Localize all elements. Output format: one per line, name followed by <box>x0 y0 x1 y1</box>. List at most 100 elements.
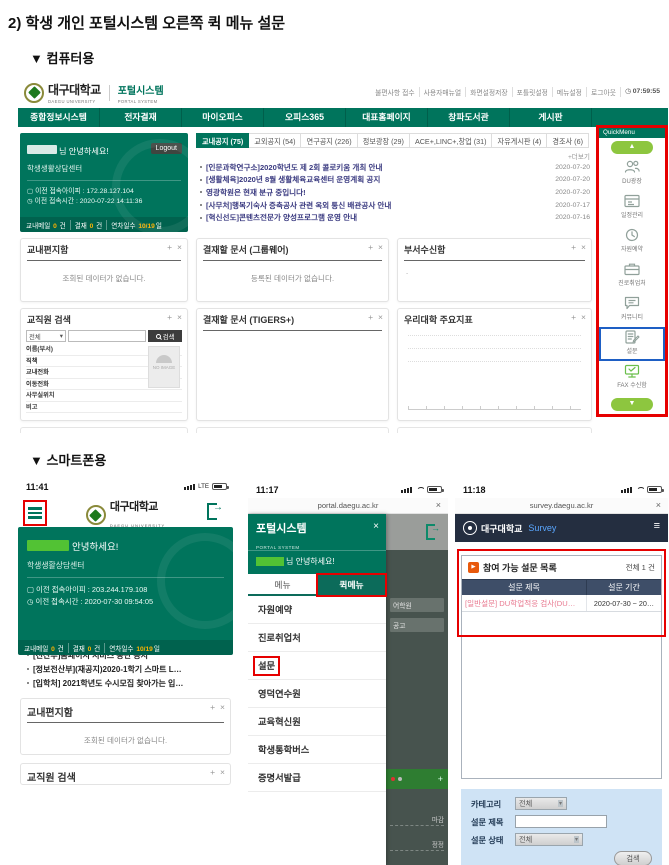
staff-search-button[interactable]: 검색 <box>148 330 182 342</box>
close-icon[interactable]: × <box>581 312 586 322</box>
survey-app-header: 대구대학교 Survey ≡ <box>455 514 668 542</box>
tab-external-notice[interactable]: 교외공지 (54) <box>249 133 301 148</box>
add-icon[interactable]: + <box>210 702 215 712</box>
close-icon[interactable]: × <box>220 767 225 777</box>
stat-mail[interactable]: 교내메일 0 건 <box>26 220 70 230</box>
close-icon[interactable]: × <box>378 312 383 322</box>
close-icon[interactable]: × <box>177 312 182 322</box>
tab-ace-linc[interactable]: ACE+,LINC+,창업 (31) <box>410 133 493 148</box>
close-icon[interactable]: × <box>177 242 182 252</box>
stat-approval[interactable]: 결재 0 건 <box>68 643 105 653</box>
utility-link-portlet[interactable]: 포틀릿설정 <box>512 87 552 97</box>
hamburger-menu[interactable]: ≡ <box>654 520 660 532</box>
search-button[interactable]: 검색 <box>614 851 652 865</box>
nav-item-info-system[interactable]: 종합정보시스템 <box>18 108 100 127</box>
nav-item-homepage[interactable]: 대표홈페이지 <box>346 108 428 127</box>
quickmenu-item-community[interactable]: 커뮤니티 <box>599 293 665 327</box>
drawer-item-resource-booking[interactable]: 자원예약 <box>248 596 386 624</box>
stat-leave[interactable]: 연차일수 10/19일 <box>106 220 166 230</box>
people-icon <box>623 159 641 175</box>
univ-logo-icon <box>463 521 477 535</box>
add-icon[interactable]: + <box>368 242 373 252</box>
quickmenu-item-schedule[interactable]: 일정관리 <box>599 191 665 225</box>
product-name: 포털시스템 <box>118 86 164 97</box>
section-label-pc: ▼ 컴퓨터용 <box>30 48 94 67</box>
survey-link[interactable]: [일반설문] DU학업적응 검사(DU… <box>462 595 587 611</box>
drawer-item-yeongdeok[interactable]: 영덕연수원 <box>248 680 386 708</box>
stat-approval[interactable]: 결재 0 건 <box>70 220 107 230</box>
tab-free-board[interactable]: 자유게시판 (4) <box>492 133 547 148</box>
add-icon[interactable]: + <box>571 242 576 252</box>
status-select[interactable]: 전체▾ <box>515 833 583 846</box>
utility-link-feedback[interactable]: 불편사항 접수 <box>371 87 418 97</box>
notice-more-link[interactable]: +더보기 <box>568 151 590 161</box>
utility-link-menu-setting[interactable]: 메뉴설정 <box>552 87 586 97</box>
nav-item-myoffice[interactable]: 마이오피스 <box>182 108 264 127</box>
quickmenu-scroll-up-button[interactable]: ▲ <box>611 141 653 154</box>
widget-tools: +× <box>205 702 225 712</box>
tab-quickmenu-annotated-red[interactable]: 퀵메뉴 <box>317 574 386 596</box>
bullet-icon <box>200 166 202 168</box>
drawer-item-certificate[interactable]: 증명서발급 <box>248 764 386 792</box>
survey-table-row[interactable]: [일반설문] DU학업적응 검사(DU… 2020-07-30 ~ 20… <box>462 595 661 612</box>
quickmenu-scroll-down-button[interactable]: ▼ <box>611 398 653 411</box>
notice-item[interactable]: [생활체육]2020년 8월 생활체육교육센터 운영계획 공지2020-07-2… <box>198 174 590 187</box>
hamburger-menu-annotated-red[interactable] <box>23 500 47 526</box>
empty-message: 조회된 데이터가 없습니다. <box>21 273 187 284</box>
stat-mail[interactable]: 교내메일 0 건 <box>24 643 68 653</box>
category-select[interactable]: 전체▾ <box>515 797 567 810</box>
utility-link-manual[interactable]: 사용자매뉴얼 <box>419 87 466 97</box>
notice-item[interactable]: [사무처]행복기숙사 증축공사 관련 옥외 통신 배관공사 안내2020-07-… <box>198 199 590 212</box>
utility-link-logout[interactable]: 로그아웃 <box>586 87 620 97</box>
add-icon[interactable]: + <box>167 312 172 322</box>
table-row: 사무실위치 <box>26 390 182 402</box>
chevron-down-icon: ▾ <box>558 800 563 807</box>
quickmenu-item-survey-annotated-blue[interactable]: 설문 <box>599 327 665 361</box>
drawer-title: 포털시스템 <box>256 520 378 536</box>
close-icon[interactable]: × <box>436 500 441 510</box>
drawer-item-shuttle-bus[interactable]: 학생통학버스 <box>248 736 386 764</box>
staff-search-input[interactable] <box>68 330 146 342</box>
staff-search-select[interactable]: 전체▾ <box>26 330 66 342</box>
status-time: 11:41 <box>26 482 49 492</box>
drawer-item-survey-annotated-red[interactable]: 설문 <box>248 652 386 680</box>
logout-icon[interactable]: → <box>207 503 223 516</box>
survey-title-input[interactable] <box>515 815 607 828</box>
tab-info-plaza[interactable]: 정보광장 (29) <box>358 133 410 148</box>
divider <box>27 577 224 578</box>
chevron-down-icon: ▾ <box>574 836 579 843</box>
tab-menu[interactable]: 메뉴 <box>248 574 317 596</box>
tab-campus-notice[interactable]: 교내공지 (75) <box>196 133 249 148</box>
logout-button[interactable]: Logout <box>151 143 182 154</box>
notice-item[interactable]: [입학처] 2021학년도 수시모집 찾아가는 입… <box>25 676 226 690</box>
utility-link-screen-save[interactable]: 화면설정저장 <box>465 87 512 97</box>
add-icon[interactable]: + <box>167 242 172 252</box>
status-bar: 11:17 <box>248 483 448 498</box>
nav-item-board[interactable]: 게시판 <box>510 108 592 127</box>
quickmenu-item-resource-booking[interactable]: 자원예약 <box>599 225 665 259</box>
drawer-item-career-center[interactable]: 진로취업처 <box>248 624 386 652</box>
drawer-item-education-innovation[interactable]: 교육혁신원 <box>248 708 386 736</box>
quickmenu-item-career-center[interactable]: 진로취업처 <box>599 259 665 293</box>
notice-item[interactable]: 영광학원은 현재 분규 중입니다!2020-07-20 <box>198 186 590 199</box>
nav-item-e-approval[interactable]: 전자결재 <box>100 108 182 127</box>
close-icon[interactable]: × <box>656 500 661 510</box>
close-icon[interactable]: × <box>581 242 586 252</box>
close-icon[interactable]: × <box>378 242 383 252</box>
mobile-portal-screenshot: 11:41 LTE 대구대학교DAEGU UNIVERSITY → 안녕하세요!… <box>18 480 233 865</box>
add-icon[interactable]: + <box>368 312 373 322</box>
notice-item[interactable]: [혁신선도]콘텐츠전문가 양성프로그램 운영 안내2020-07-16 <box>198 211 590 224</box>
tab-family-events[interactable]: 경조사 (6) <box>547 133 589 148</box>
add-icon[interactable]: + <box>210 767 215 777</box>
notice-item[interactable]: [정보전산부](재공지)2020-1학기 스마트 L… <box>25 662 226 676</box>
nav-item-office365[interactable]: 오피스365 <box>264 108 346 127</box>
add-icon[interactable]: + <box>571 312 576 322</box>
stat-leave[interactable]: 연차일수 10/19일 <box>104 643 164 653</box>
quickmenu-item-fax-inbox[interactable]: FAX 수신함 <box>599 361 665 395</box>
tab-research-notice[interactable]: 연구공지 (226) <box>301 133 357 148</box>
quickmenu-item-du-plaza[interactable]: DU광장 <box>599 157 665 191</box>
notice-item[interactable]: [인문과학연구소]2020학년도 제 2회 콜로키움 개최 안내2020-07-… <box>198 161 590 174</box>
close-icon[interactable]: × <box>220 702 225 712</box>
nav-item-library[interactable]: 창파도서관 <box>428 108 510 127</box>
close-icon[interactable]: × <box>373 521 379 532</box>
